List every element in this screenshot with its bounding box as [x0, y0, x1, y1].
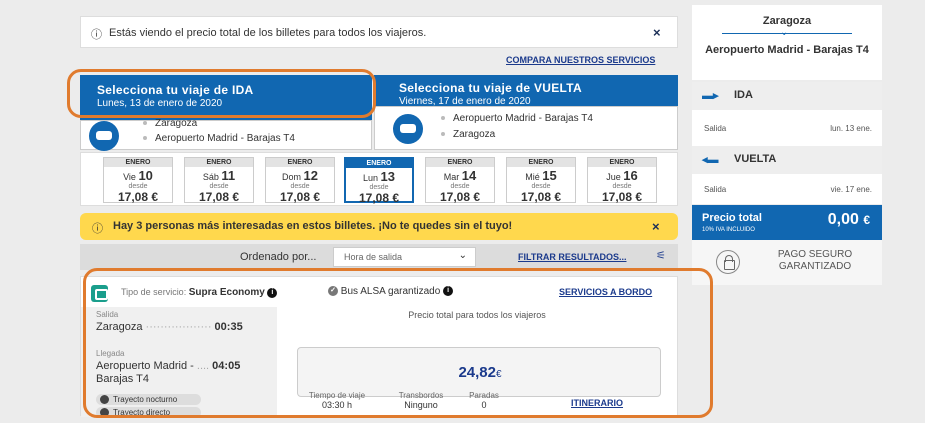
sidebar-route: Zaragoza ⌄ Aeropuerto Madrid - Barajas T…	[692, 5, 882, 80]
day-number: 10	[138, 168, 153, 183]
sidebar-vuelta-title: VUELTA	[734, 153, 777, 165]
route-vuelta: Aeropuerto Madrid - Barajas T4 Zaragoza	[374, 106, 678, 150]
day-desde: desde	[128, 183, 148, 190]
highlight-outline-result	[83, 268, 713, 418]
sidebar-vuelta-section: ◂▬ VUELTA Salida vie. 17 ene.	[692, 146, 882, 204]
day-month: ENERO	[507, 158, 575, 167]
route-vuelta-destination: Zaragoza	[453, 129, 496, 140]
day-desde: desde	[369, 184, 389, 191]
sort-select[interactable]: Hora de salida ⌄	[333, 247, 476, 267]
day-weekday: Jue	[606, 172, 621, 182]
chevron-down-icon: ⌄	[458, 250, 467, 261]
sidebar-ida-label: Salida	[704, 124, 727, 133]
secure-payment: PAGO SEGURO GARANTIZADO	[692, 240, 882, 285]
sort-label: Ordenado por...	[240, 251, 317, 263]
day-price: 17,08 €	[520, 190, 562, 204]
day-month: ENERO	[185, 158, 253, 167]
sidebar-destination: Aeropuerto Madrid - Barajas T4	[705, 44, 869, 56]
route-ida-origin: Zaragoza	[155, 118, 198, 129]
day-option[interactable]: ENERO Mar 14 desde 17,08 €	[425, 157, 495, 204]
promo-text: Hay 3 personas más interesadas en estos …	[113, 220, 513, 232]
day-number: 13	[380, 169, 395, 184]
sidebar-ida-date: lun. 13 ene.	[830, 124, 872, 133]
total-vat-note: 10% IVA INCLUIDO	[702, 227, 755, 233]
bus-icon	[393, 114, 423, 144]
bus-icon: ▬▸	[702, 90, 719, 102]
info-icon: ⓘ	[91, 29, 102, 41]
total-label: Precio total	[702, 212, 762, 224]
sidebar-vuelta-label: Salida	[704, 185, 727, 194]
route-ida: Zaragoza Aeropuerto Madrid - Barajas T4	[80, 118, 372, 151]
sidebar-origin: Zaragoza	[762, 15, 812, 27]
day-price: 17,08 €	[439, 190, 481, 204]
tab-vuelta-title: Selecciona tu viaje de VUELTA	[399, 81, 582, 95]
day-desde: desde	[290, 183, 310, 190]
day-price: 17,08 €	[601, 190, 643, 204]
day-number: 12	[303, 168, 318, 183]
day-month: ENERO	[104, 158, 172, 167]
day-price: 17,08 €	[198, 190, 240, 204]
day-number: 15	[542, 168, 557, 183]
day-weekday: Lun	[362, 173, 379, 183]
day-desde: desde	[531, 183, 551, 190]
highlight-outline-ida	[67, 69, 376, 118]
route-vuelta-origin: Aeropuerto Madrid - Barajas T4	[453, 113, 593, 124]
day-option[interactable]: ENERO Sáb 11 desde 17,08 €	[184, 157, 254, 204]
bus-icon: ◂▬	[702, 154, 719, 166]
day-number: 16	[623, 168, 638, 183]
compare-services-link[interactable]: COMPARA NUESTROS SERVICIOS	[506, 55, 655, 65]
day-month: ENERO	[266, 158, 334, 167]
close-info-button[interactable]: ×	[653, 25, 661, 40]
sort-select-value: Hora de salida	[344, 252, 403, 262]
day-number: 14	[461, 168, 477, 183]
date-selector: ENERO Vie 10 desde 17,08 € ENERO Sáb 11 …	[80, 152, 678, 206]
info-bar: ⓘ Estás viendo el precio total de los bi…	[80, 16, 678, 48]
day-month: ENERO	[588, 158, 656, 167]
sort-bar: Ordenado por... Hora de salida ⌄ FILTRAR…	[80, 244, 678, 270]
day-weekday: Sáb	[202, 172, 219, 182]
day-price: 17,08 €	[117, 190, 159, 204]
day-price: 17,08 €	[358, 191, 400, 205]
close-promo-button[interactable]: ×	[652, 219, 660, 234]
total-value: 0,00	[827, 211, 859, 228]
day-weekday: Mar	[443, 172, 460, 182]
info-icon: ⓘ	[92, 223, 103, 235]
day-weekday: Dom	[282, 172, 302, 182]
day-number: 11	[221, 168, 236, 183]
day-month: ENERO	[426, 158, 494, 167]
bus-icon	[89, 121, 119, 151]
secure-line-1: PAGO SEGURO	[777, 249, 853, 260]
sidebar-ida-title: IDA	[734, 89, 753, 101]
sidebar-vuelta-date: vie. 17 ene.	[830, 185, 872, 194]
day-month: ENERO	[346, 159, 412, 168]
lock-icon	[716, 250, 740, 274]
day-weekday: Vie	[123, 172, 136, 182]
day-option-selected[interactable]: ENERO Lun 13 desde 17,08 €	[344, 157, 414, 205]
day-weekday: Mié	[525, 172, 540, 182]
chevron-down-icon: ⌄	[780, 27, 789, 38]
day-option[interactable]: ENERO Dom 12 desde 17,08 €	[265, 157, 335, 204]
day-desde: desde	[209, 183, 229, 190]
sidebar-ida-section: ▬▸ IDA Salida lun. 13 ene.	[692, 82, 882, 146]
route-ida-destination: Aeropuerto Madrid - Barajas T4	[155, 133, 295, 144]
filter-icon[interactable]: ⚟	[656, 249, 666, 262]
total-price-box: Precio total 10% IVA INCLUIDO 0,00 €	[692, 205, 882, 240]
info-text: Estás viendo el precio total de los bill…	[109, 27, 427, 39]
promo-banner: ⓘ Hay 3 personas más interesadas en esto…	[80, 213, 678, 240]
secure-line-2: GARANTIZADO	[778, 261, 852, 272]
day-price: 17,08 €	[279, 190, 321, 204]
day-option[interactable]: ENERO Jue 16 desde 17,08 €	[587, 157, 657, 204]
day-option[interactable]: ENERO Vie 10 desde 17,08 €	[103, 157, 173, 204]
day-desde: desde	[612, 183, 632, 190]
day-option[interactable]: ENERO Mié 15 desde 17,08 €	[506, 157, 576, 204]
filter-results-link[interactable]: FILTRAR RESULTADOS...	[518, 252, 627, 262]
day-desde: desde	[450, 183, 470, 190]
total-currency: €	[863, 213, 870, 227]
